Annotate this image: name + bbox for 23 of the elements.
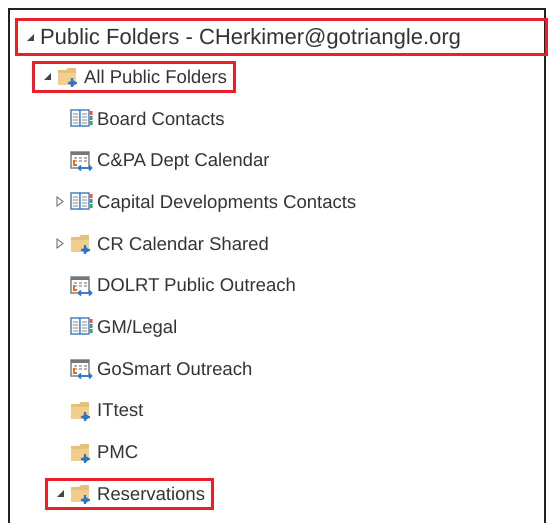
expanded-arrow-icon[interactable] — [26, 32, 35, 42]
folder-label[interactable]: CR Calendar Shared — [97, 232, 269, 255]
account-title[interactable]: Public Folders - CHerkimer@gotriangle.org — [40, 24, 461, 50]
folder-label[interactable]: DOLRT Public Outreach — [97, 274, 296, 296]
folder-label[interactable]: GoSmart Outreach — [97, 358, 252, 380]
calendar-icon — [70, 148, 93, 172]
expanded-arrow-icon[interactable] — [43, 72, 52, 82]
folder-label[interactable]: ITtest — [97, 399, 144, 422]
folder-label[interactable]: All Public Folders — [84, 66, 227, 88]
expanded-arrow-icon[interactable] — [56, 489, 65, 498]
folder-icon — [57, 65, 80, 88]
folder-label[interactable]: Capital Developments Contacts — [97, 190, 356, 213]
collapsed-arrow-icon[interactable] — [56, 196, 64, 208]
folder-icon — [70, 482, 93, 506]
folder-label[interactable]: GM/Legal — [97, 316, 178, 338]
collapsed-arrow-icon[interactable] — [56, 238, 64, 250]
folder-label[interactable]: Reservations — [97, 482, 205, 505]
calendar-icon — [70, 274, 93, 297]
folder-label[interactable]: Board Contacts — [97, 108, 225, 130]
folder-label[interactable]: C&PA Dept Calendar — [97, 149, 270, 172]
calendar-icon — [70, 357, 93, 380]
folder-icon — [70, 232, 93, 256]
folder-label[interactable]: PMC — [97, 441, 138, 464]
